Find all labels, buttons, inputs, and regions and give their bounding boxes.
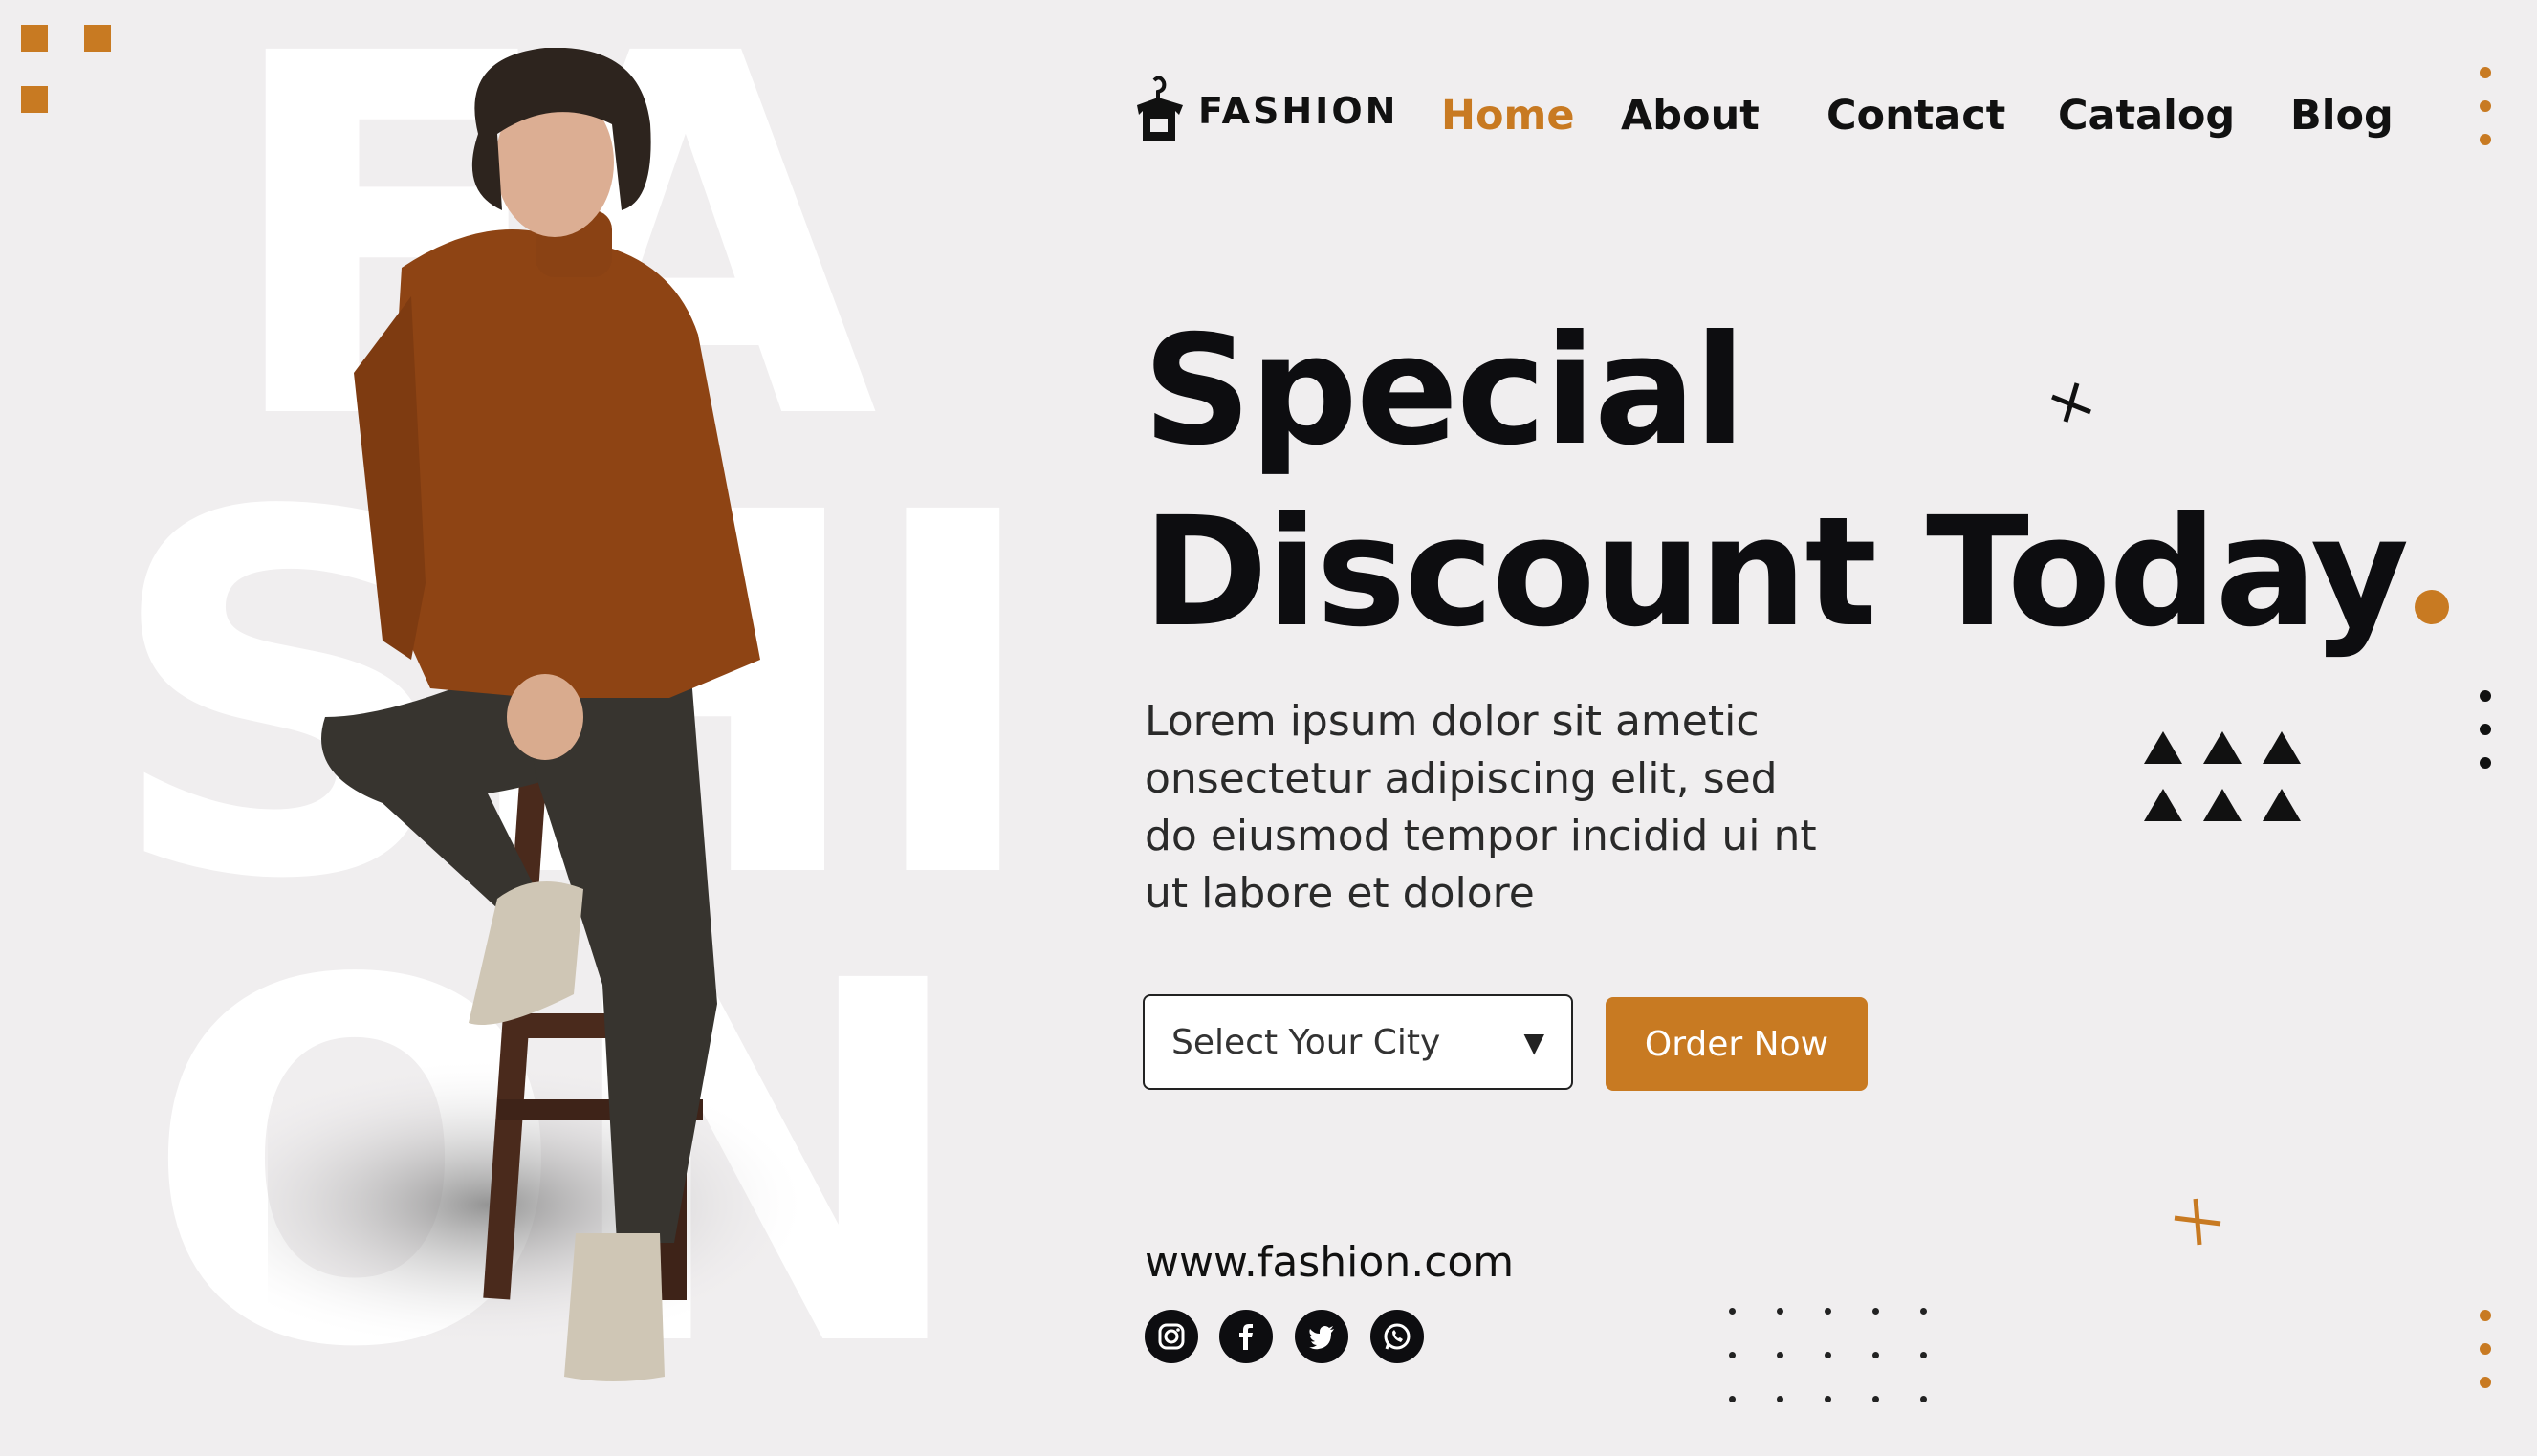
hanger-bag-icon (1137, 76, 1183, 141)
website-url[interactable]: www.fashion.com (1145, 1238, 1514, 1287)
nav-blog[interactable]: Blog (2290, 92, 2394, 140)
cross-icon-accent (2174, 1198, 2221, 1246)
nav-catalog[interactable]: Catalog (2058, 92, 2235, 140)
triangle-icon (2203, 789, 2242, 821)
dot-grid (1729, 1308, 1939, 1403)
nav-contact[interactable]: Contact (1826, 92, 2005, 140)
city-select[interactable]: Select Your City ▼ (1143, 994, 1573, 1090)
triangle-icon (2263, 731, 2301, 764)
nav-about[interactable]: About (1621, 92, 1760, 140)
decor-dot (2480, 134, 2491, 145)
facebook-icon[interactable] (1219, 1310, 1273, 1363)
triangle-icon (2144, 789, 2182, 821)
decor-dot (2480, 100, 2491, 112)
decor-dot (2480, 724, 2491, 735)
headline-line-1: Special (1143, 303, 1746, 479)
order-now-button[interactable]: Order Now (1606, 997, 1868, 1091)
accent-dot (2415, 590, 2450, 624)
decor-dot (2480, 67, 2491, 78)
triangle-pattern (2144, 731, 2301, 821)
decor-square (21, 25, 48, 52)
headline-line-2-text: Discount Today (1143, 485, 2409, 661)
decor-square (84, 25, 111, 52)
dropdown-arrow-icon: ▼ (1523, 1026, 1544, 1058)
triangle-icon (2203, 731, 2242, 764)
twitter-icon[interactable] (1295, 1310, 1348, 1363)
decor-dot (2480, 757, 2491, 769)
logo-text: FASHION (1198, 90, 1399, 132)
headline-line-2: Discount Today (1143, 497, 2450, 648)
cross-icon (2051, 382, 2091, 423)
model-photo (268, 48, 803, 1381)
city-select-placeholder: Select Your City (1171, 1022, 1441, 1062)
instagram-icon[interactable] (1145, 1310, 1198, 1363)
decor-dot (2480, 1343, 2491, 1355)
whatsapp-icon[interactable] (1370, 1310, 1424, 1363)
triangle-icon (2144, 731, 2182, 764)
hero-description: Lorem ipsum dolor sit ametic onsectetur … (1145, 697, 1817, 918)
decor-dot (2480, 1377, 2491, 1388)
decor-dot (2480, 690, 2491, 702)
decor-dot (2480, 1310, 2491, 1321)
triangle-icon (2263, 789, 2301, 821)
decor-square (21, 86, 48, 113)
brand-logo[interactable]: FASHION (1133, 76, 1398, 145)
nav-home[interactable]: Home (1441, 92, 1575, 140)
